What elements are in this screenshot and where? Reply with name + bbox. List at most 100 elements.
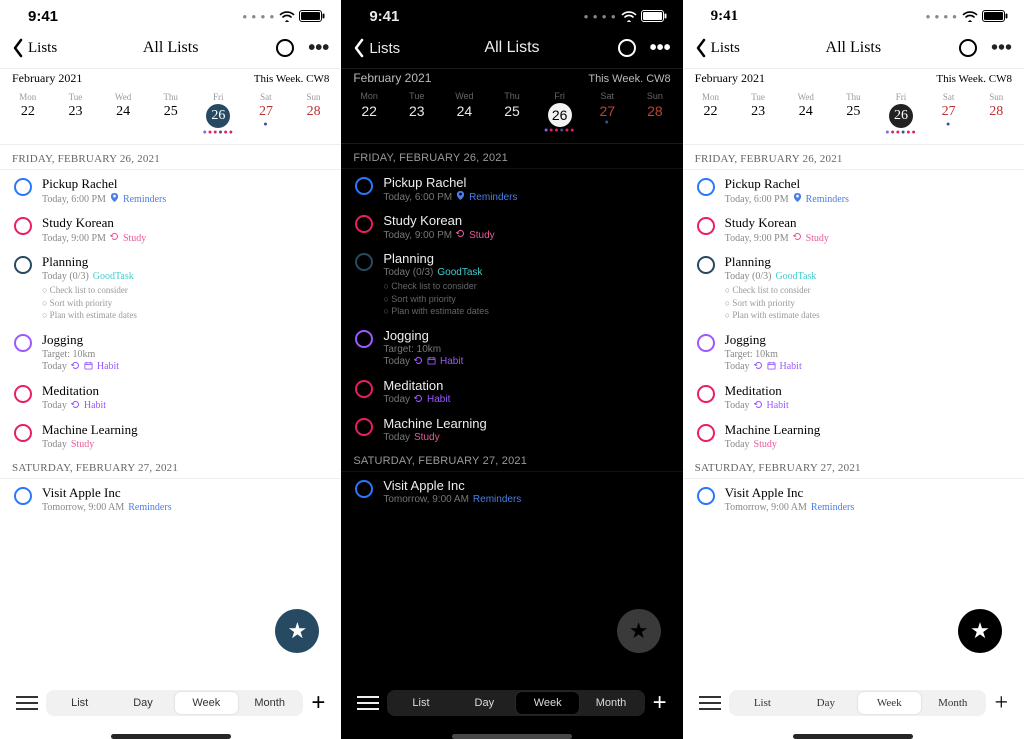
week-day-0[interactable]: Mon 22: [687, 92, 735, 136]
month-header[interactable]: February 2021 This Week. CW8: [0, 69, 341, 88]
task-complete-ring[interactable]: [14, 217, 32, 235]
task-row[interactable]: Jogging Target: 10km Today Habit: [0, 326, 341, 377]
week-day-5[interactable]: Sat 27 ●: [242, 92, 290, 136]
week-day-3[interactable]: Thu 25: [147, 92, 195, 136]
task-row[interactable]: Visit Apple Inc Tomorrow, 9:00 AM Remind…: [0, 479, 341, 517]
task-complete-ring[interactable]: [697, 385, 715, 403]
add-task-button[interactable]: +: [653, 691, 667, 715]
week-day-3[interactable]: Thu 25: [830, 92, 878, 136]
segment-list[interactable]: List: [731, 692, 794, 714]
segment-day[interactable]: Day: [794, 692, 857, 714]
task-complete-ring[interactable]: [697, 217, 715, 235]
hamburger-button[interactable]: [16, 696, 38, 710]
back-button[interactable]: Lists: [695, 38, 785, 58]
fab-add-button[interactable]: ★: [275, 609, 319, 653]
hamburger-button[interactable]: [699, 696, 721, 710]
week-day-0[interactable]: Mon 22: [4, 92, 52, 136]
segment-week[interactable]: Week: [175, 692, 238, 714]
filter-circle-button[interactable]: [276, 39, 294, 57]
week-day-2[interactable]: Wed 24: [99, 92, 147, 136]
task-complete-ring[interactable]: [14, 487, 32, 505]
add-task-button[interactable]: +: [994, 691, 1008, 715]
week-day-4[interactable]: Fri 26 ●●●●●●: [877, 92, 925, 136]
task-list[interactable]: FRIDAY, FEBRUARY 26, 2021 Pickup Rachel …: [0, 145, 341, 680]
month-header[interactable]: February 2021 This Week. CW8: [683, 69, 1024, 88]
week-day-5[interactable]: Sat 27 ●: [583, 91, 631, 135]
week-day-6[interactable]: Sun 28: [631, 91, 679, 135]
segment-month[interactable]: Month: [579, 692, 642, 714]
segment-list[interactable]: List: [48, 692, 111, 714]
task-row[interactable]: Machine Learning Today Study: [0, 416, 341, 454]
task-row[interactable]: Planning Today (0/3) GoodTask ○ Check li…: [683, 248, 1024, 326]
task-complete-ring[interactable]: [355, 480, 373, 498]
task-row[interactable]: Study Korean Today, 9:00 PM Study: [0, 209, 341, 248]
task-row[interactable]: Visit Apple Inc Tomorrow, 9:00 AM Remind…: [683, 479, 1024, 517]
view-segmented-control[interactable]: ListDayWeekMonth: [387, 690, 644, 716]
month-header[interactable]: February 2021 This Week. CW8: [341, 69, 682, 87]
week-day-1[interactable]: Tue 23: [52, 92, 100, 136]
task-complete-ring[interactable]: [355, 418, 373, 436]
task-row[interactable]: Jogging Target: 10km Today Habit: [683, 326, 1024, 377]
fab-add-button[interactable]: ★: [958, 609, 1002, 653]
task-row[interactable]: Meditation Today Habit: [341, 372, 682, 410]
task-complete-ring[interactable]: [355, 253, 373, 271]
segment-week[interactable]: Week: [516, 692, 579, 714]
task-row[interactable]: Pickup Rachel Today, 6:00 PM Reminders: [683, 170, 1024, 209]
task-complete-ring[interactable]: [355, 177, 373, 195]
task-row[interactable]: Pickup Rachel Today, 6:00 PM Reminders: [0, 170, 341, 209]
week-day-2[interactable]: Wed 24: [782, 92, 830, 136]
task-complete-ring[interactable]: [697, 424, 715, 442]
task-complete-ring[interactable]: [697, 256, 715, 274]
back-button[interactable]: Lists: [12, 38, 102, 58]
task-row[interactable]: Visit Apple Inc Tomorrow, 9:00 AM Remind…: [341, 472, 682, 509]
task-row[interactable]: Meditation Today Habit: [683, 377, 1024, 416]
week-day-2[interactable]: Wed 24: [441, 91, 489, 135]
segment-month[interactable]: Month: [921, 692, 984, 714]
week-day-0[interactable]: Mon 22: [345, 91, 393, 135]
task-complete-ring[interactable]: [355, 215, 373, 233]
week-day-5[interactable]: Sat 27 ●: [925, 92, 973, 136]
task-row[interactable]: Study Korean Today, 9:00 PM Study: [683, 209, 1024, 248]
task-complete-ring[interactable]: [14, 178, 32, 196]
week-day-6[interactable]: Sun 28: [972, 92, 1020, 136]
task-complete-ring[interactable]: [697, 178, 715, 196]
week-day-4[interactable]: Fri 26 ●●●●●●: [195, 92, 243, 136]
task-row[interactable]: Machine Learning Today Study: [683, 416, 1024, 454]
task-row[interactable]: Planning Today (0/3) GoodTask ○ Check li…: [0, 248, 341, 326]
filter-circle-button[interactable]: [959, 39, 977, 57]
task-complete-ring[interactable]: [14, 256, 32, 274]
task-row[interactable]: Pickup Rachel Today, 6:00 PM Reminders: [341, 169, 682, 207]
view-segmented-control[interactable]: ListDayWeekMonth: [46, 690, 303, 716]
fab-add-button[interactable]: ★: [617, 609, 661, 653]
hamburger-button[interactable]: [357, 696, 379, 710]
more-button[interactable]: •••: [308, 38, 329, 58]
week-day-1[interactable]: Tue 23: [393, 91, 441, 135]
week-day-4[interactable]: Fri 26 ●●●●●●: [536, 91, 584, 135]
task-row[interactable]: Meditation Today Habit: [0, 377, 341, 416]
task-row[interactable]: Study Korean Today, 9:00 PM Study: [341, 207, 682, 245]
task-complete-ring[interactable]: [14, 334, 32, 352]
task-row[interactable]: Planning Today (0/3) GoodTask ○ Check li…: [341, 245, 682, 322]
more-button[interactable]: •••: [991, 38, 1012, 58]
filter-circle-button[interactable]: [618, 39, 636, 57]
week-strip[interactable]: Mon 22 Tue 23 Wed 24 Thu 25 Fri 26 ●●●●●…: [341, 87, 682, 143]
week-day-6[interactable]: Sun 28: [290, 92, 338, 136]
week-day-1[interactable]: Tue 23: [734, 92, 782, 136]
add-task-button[interactable]: +: [311, 691, 325, 715]
task-complete-ring[interactable]: [14, 424, 32, 442]
task-complete-ring[interactable]: [697, 487, 715, 505]
task-row[interactable]: Jogging Target: 10km Today Habit: [341, 322, 682, 372]
task-complete-ring[interactable]: [355, 380, 373, 398]
week-strip[interactable]: Mon 22 Tue 23 Wed 24 Thu 25 Fri 26 ●●●●●…: [683, 88, 1024, 144]
segment-day[interactable]: Day: [453, 692, 516, 714]
segment-day[interactable]: Day: [111, 692, 174, 714]
task-row[interactable]: Machine Learning Today Study: [341, 410, 682, 447]
week-strip[interactable]: Mon 22 Tue 23 Wed 24 Thu 25 Fri 26 ●●●●●…: [0, 88, 341, 144]
view-segmented-control[interactable]: ListDayWeekMonth: [729, 690, 987, 716]
segment-month[interactable]: Month: [238, 692, 301, 714]
task-list[interactable]: FRIDAY, FEBRUARY 26, 2021 Pickup Rachel …: [341, 144, 682, 680]
back-button[interactable]: Lists: [353, 38, 443, 58]
segment-list[interactable]: List: [389, 692, 452, 714]
task-list[interactable]: FRIDAY, FEBRUARY 26, 2021 Pickup Rachel …: [683, 145, 1024, 680]
task-complete-ring[interactable]: [697, 334, 715, 352]
